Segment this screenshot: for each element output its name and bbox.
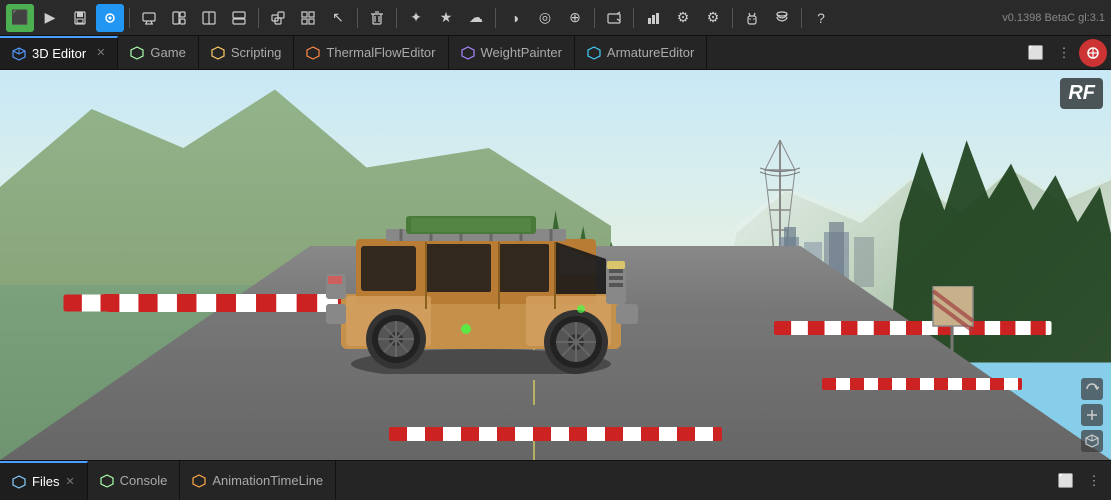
- camera2-btn[interactable]: [600, 4, 628, 32]
- sep8: [732, 8, 733, 28]
- android-btn[interactable]: [738, 4, 766, 32]
- bottom-tab-files-close[interactable]: ✕: [65, 475, 74, 488]
- layout1-btn[interactable]: [165, 4, 193, 32]
- bottom-tab-animation-label: AnimationTimeLine: [212, 473, 323, 488]
- bottom-tab-files[interactable]: Files ✕: [0, 461, 88, 500]
- sep9: [801, 8, 802, 28]
- bottom-panel: Files ✕ Console AnimationTimeLine ⬜ ⋮: [0, 460, 1111, 500]
- sun-btn[interactable]: ✦: [402, 4, 430, 32]
- tab-armature-editor[interactable]: ArmatureEditor: [575, 36, 707, 69]
- top-toolbar: ⬛ ▶ ↖ ✦ ★ ☁ ◑ ◎ ⊕ ⚙ ⚙: [0, 0, 1111, 36]
- tab-armature-editor-label: ArmatureEditor: [607, 45, 694, 60]
- cursor-btn[interactable]: ↖: [324, 4, 352, 32]
- objects-btn[interactable]: [264, 4, 292, 32]
- tab-thermal-flow[interactable]: ThermalFlowEditor: [294, 36, 448, 69]
- bottom-tab-files-label: Files: [32, 474, 59, 489]
- tab-weight-painter[interactable]: WeightPainter: [449, 36, 575, 69]
- sep6: [594, 8, 595, 28]
- sep7: [633, 8, 634, 28]
- vp-zoom-btn[interactable]: [1081, 404, 1103, 426]
- tab-3d-editor[interactable]: 3D Editor ✕: [0, 36, 118, 69]
- chart-btn[interactable]: [639, 4, 667, 32]
- tab-3d-editor-close[interactable]: ✕: [96, 48, 105, 59]
- help-btn[interactable]: ?: [807, 4, 835, 32]
- barrier-right2: [822, 378, 1022, 390]
- barrier-bottom: [389, 427, 722, 441]
- sep2: [258, 8, 259, 28]
- tabs-row: 3D Editor ✕ Game Scripting ThermalFlowEd…: [0, 36, 1111, 70]
- bottom-tab-animation[interactable]: AnimationTimeLine: [180, 461, 336, 500]
- tab-scripting[interactable]: Scripting: [199, 36, 295, 69]
- vp-cube-btn[interactable]: [1081, 430, 1103, 452]
- record-btn[interactable]: ⬛: [6, 4, 34, 32]
- sep5: [495, 8, 496, 28]
- save-btn[interactable]: [66, 4, 94, 32]
- connect-btn[interactable]: ⊕: [561, 4, 589, 32]
- tab-3d-editor-label: 3D Editor: [32, 46, 86, 61]
- viewport-controls: [1081, 378, 1103, 452]
- monitor-btn[interactable]: [135, 4, 163, 32]
- tab-game[interactable]: Game: [118, 36, 198, 69]
- sep1: [129, 8, 130, 28]
- stack-btn[interactable]: [768, 4, 796, 32]
- main-viewport[interactable]: RF: [0, 70, 1111, 460]
- brightness-btn[interactable]: ◑: [501, 4, 529, 32]
- scene-selector-btn[interactable]: [1079, 39, 1107, 67]
- circle-btn[interactable]: ◎: [531, 4, 559, 32]
- bottom-tab-console[interactable]: Console: [88, 461, 181, 500]
- vp-rotate-btn[interactable]: [1081, 378, 1103, 400]
- bottom-end-buttons: ⬜ ⋮: [1049, 461, 1111, 500]
- car-3d-model: [311, 174, 651, 374]
- settings-btn[interactable]: ⚙: [669, 4, 697, 32]
- bottom-maximize-btn[interactable]: ⬜: [1053, 468, 1079, 494]
- layout3-btn[interactable]: [225, 4, 253, 32]
- version-label: v0.1398 BetaC gl:3.1: [1002, 12, 1105, 24]
- snap-btn[interactable]: [294, 4, 322, 32]
- tab-game-label: Game: [150, 45, 185, 60]
- road-sign: [928, 286, 978, 351]
- tab-weight-painter-label: WeightPainter: [481, 45, 562, 60]
- view-mode-btn[interactable]: [96, 4, 124, 32]
- play-btn[interactable]: ▶: [36, 4, 64, 32]
- bottom-more-btn[interactable]: ⋮: [1081, 468, 1107, 494]
- tab-more-btn[interactable]: ⋮: [1051, 40, 1077, 66]
- cloud-btn[interactable]: ☁: [462, 4, 490, 32]
- sep3: [357, 8, 358, 28]
- settings2-btn[interactable]: ⚙: [699, 4, 727, 32]
- layout2-btn[interactable]: [195, 4, 223, 32]
- tabs-end-buttons: ⬜ ⋮: [1019, 36, 1111, 69]
- rf-badge: RF: [1060, 78, 1103, 109]
- tab-thermal-flow-label: ThermalFlowEditor: [326, 45, 435, 60]
- bottom-tab-console-label: Console: [120, 473, 168, 488]
- tab-scripting-label: Scripting: [231, 45, 282, 60]
- delete-btn[interactable]: [363, 4, 391, 32]
- sep4: [396, 8, 397, 28]
- tab-maximize-btn[interactable]: ⬜: [1023, 40, 1049, 66]
- barrier-right: [774, 321, 1051, 335]
- star-btn[interactable]: ★: [432, 4, 460, 32]
